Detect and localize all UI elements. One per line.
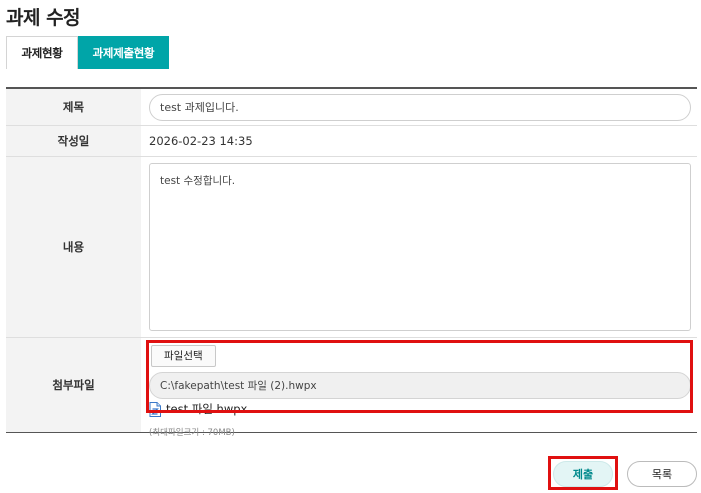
tab-assignment-status[interactable]: 과제현황 bbox=[6, 36, 78, 69]
title-label: 제목 bbox=[6, 89, 141, 125]
attachment-label: 첨부파일 bbox=[6, 338, 141, 432]
page-title: 과제 수정 bbox=[6, 7, 81, 29]
form-row-attachment: 첨부파일 파일선택 C:\fakepath\test 파일 (2).hwpx t… bbox=[6, 338, 697, 438]
hwpx-file-icon bbox=[149, 401, 161, 417]
form-row-title: 제목 test 과제입니다. bbox=[6, 89, 697, 126]
date-value: 2026-02-23 14:35 bbox=[149, 134, 253, 148]
content-label: 내용 bbox=[6, 157, 141, 337]
list-button[interactable]: 목록 bbox=[627, 461, 697, 487]
date-label: 작성일 bbox=[6, 126, 141, 156]
content-textarea[interactable]: test 수정합니다. bbox=[149, 163, 691, 331]
title-input[interactable]: test 과제입니다. bbox=[149, 93, 691, 121]
tab-submission-status[interactable]: 과제제출현황 bbox=[78, 36, 169, 69]
file-select-button[interactable]: 파일선택 bbox=[151, 345, 216, 367]
file-upload-box: 파일선택 C:\fakepath\test 파일 (2).hwpx test 파… bbox=[149, 343, 691, 417]
attached-file[interactable]: test 파일.hwpx bbox=[149, 401, 691, 417]
file-path-field[interactable]: C:\fakepath\test 파일 (2).hwpx bbox=[149, 372, 691, 399]
submit-button[interactable]: 제출 bbox=[553, 461, 613, 487]
edit-form: 제목 test 과제입니다. 작성일 2026-02-23 14:35 내용 t… bbox=[6, 87, 697, 438]
form-row-content: 내용 test 수정합니다. bbox=[6, 157, 697, 338]
form-row-date: 작성일 2026-02-23 14:35 bbox=[6, 126, 697, 157]
file-size-limit: (최대파일크기 : 70MB) bbox=[149, 428, 235, 438]
tab-bar: 과제현황 과제제출현황 bbox=[6, 36, 169, 69]
attached-file-name[interactable]: test 파일.hwpx bbox=[166, 401, 247, 417]
